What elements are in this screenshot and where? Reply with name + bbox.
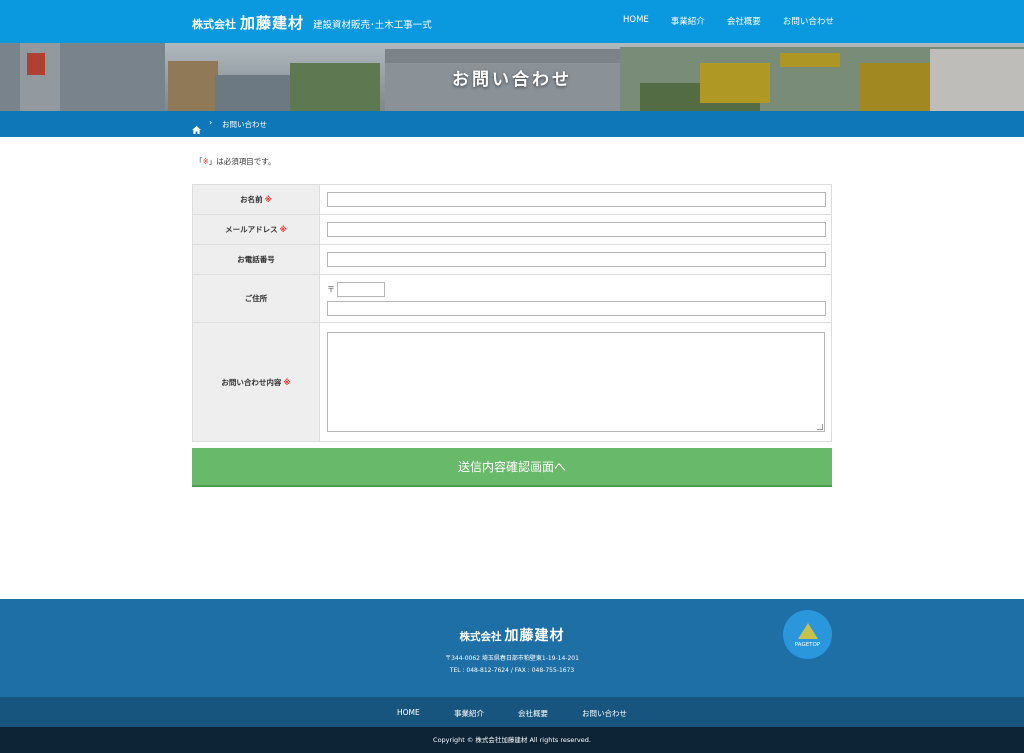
postal-code-input[interactable] (337, 281, 385, 297)
phone-input[interactable] (327, 252, 826, 267)
required-mark: ※ (264, 195, 272, 204)
site-logo[interactable]: 株式会社 加藤建材 建設資材販売･土木工事一式 (192, 12, 432, 33)
field-label-email: メールアドレス ※ (193, 215, 320, 244)
required-note-open: 「 (195, 157, 203, 166)
footer-address: 〒344-0062 埼玉県春日部市粕壁東1-19-14-201 (445, 655, 579, 662)
nav-business[interactable]: 事業紹介 (671, 15, 705, 27)
nav-contact[interactable]: お問い合わせ (783, 15, 834, 27)
footer-logo-prefix: 株式会社 (459, 631, 502, 643)
submit-button[interactable]: 送信内容確認画面へ (192, 448, 832, 487)
required-mark: ※ (279, 225, 287, 234)
postal-symbol: 〒 (327, 284, 335, 294)
field-label-name: お名前 ※ (193, 185, 320, 214)
arrow-up-icon (798, 623, 818, 639)
required-mark: ※ (283, 377, 291, 387)
site-header: 株式会社 加藤建材 建設資材販売･土木工事一式 HOME 事業紹介 会社概要 お… (0, 0, 1024, 43)
address-input[interactable] (327, 300, 826, 316)
footer-nav: HOME 事業紹介 会社概要 お問い合わせ (0, 697, 1024, 727)
home-icon[interactable] (192, 119, 201, 138)
global-nav: HOME 事業紹介 会社概要 お問い合わせ (623, 15, 834, 27)
logo-tagline: 建設資材販売･土木工事一式 (313, 20, 432, 31)
footer-nav-home[interactable]: HOME (397, 708, 420, 717)
breadcrumb: › お問い合わせ (0, 111, 1024, 137)
contact-form: お名前 ※ メールアドレス ※ お電話番号 ご住所 〒 お問い合わせ内容 ※ (192, 184, 832, 442)
form-row-email: メールアドレス ※ (193, 215, 831, 245)
form-row-message: お問い合わせ内容 ※ (193, 323, 831, 442)
nav-home[interactable]: HOME (623, 15, 649, 27)
footer-logo-name: 加藤建材 (504, 628, 565, 644)
footer-contact: TEL : 048-812-7624 / FAX : 048-755-1673 (449, 667, 575, 674)
breadcrumb-current: お問い合わせ (222, 120, 267, 129)
logo-name: 加藤建材 (240, 14, 305, 32)
resize-handle[interactable] (817, 424, 823, 430)
footer-nav-company[interactable]: 会社概要 (518, 708, 548, 719)
form-row-address: ご住所 〒 (193, 275, 831, 323)
form-row-phone: お電話番号 (193, 245, 831, 275)
form-row-name: お名前 ※ (193, 185, 831, 215)
copyright: Copyright © 株式会社加藤建材 All rights reserved… (0, 727, 1024, 753)
footer-address-block: 〒344-0062 埼玉県春日部市粕壁東1-19-14-201 TEL : 04… (0, 653, 1024, 677)
chevron-right-icon: › (209, 118, 213, 127)
message-textarea[interactable] (327, 332, 825, 432)
footer-logo[interactable]: 株式会社 加藤建材 (0, 625, 1024, 645)
nav-company[interactable]: 会社概要 (727, 15, 761, 27)
field-label-phone: お電話番号 (193, 245, 320, 274)
pagetop-label: PAGETOP (794, 642, 821, 648)
field-label-message: お問い合わせ内容 ※ (193, 323, 320, 441)
page-title: お問い合わせ (452, 70, 572, 90)
required-note-text: 」は必須項目です。 (208, 157, 276, 166)
footer-nav-business[interactable]: 事業紹介 (454, 708, 484, 719)
site-footer: 株式会社 加藤建材 〒344-0062 埼玉県春日部市粕壁東1-19-14-201… (0, 599, 1024, 697)
field-label-address: ご住所 (193, 275, 320, 322)
pagetop-button[interactable]: PAGETOP (783, 610, 832, 659)
email-input[interactable] (327, 222, 826, 237)
name-input[interactable] (327, 192, 826, 207)
required-note: 「※」は必須項目です。 (195, 156, 276, 167)
footer-nav-contact[interactable]: お問い合わせ (582, 708, 627, 719)
logo-prefix: 株式会社 (192, 18, 236, 31)
